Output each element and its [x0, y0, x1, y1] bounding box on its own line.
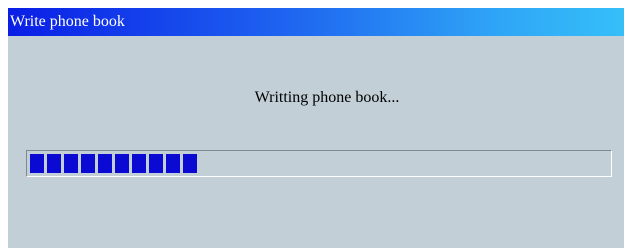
progress-bar — [26, 150, 612, 177]
progress-block — [183, 154, 197, 173]
dialog-window: Write phone book Writting phone book... — [8, 8, 624, 248]
progress-block — [30, 154, 44, 173]
window-title: Write phone book — [10, 13, 125, 30]
window-title-bar[interactable]: Write phone book — [8, 8, 624, 36]
status-message: Writting phone book... — [254, 89, 400, 106]
progress-block — [149, 154, 163, 173]
progress-block — [81, 154, 95, 173]
progress-block — [166, 154, 180, 173]
progress-block — [132, 154, 146, 173]
progress-block — [98, 154, 112, 173]
progress-block — [115, 154, 129, 173]
progress-block — [64, 154, 78, 173]
progress-fill — [30, 154, 197, 173]
progress-block — [47, 154, 61, 173]
